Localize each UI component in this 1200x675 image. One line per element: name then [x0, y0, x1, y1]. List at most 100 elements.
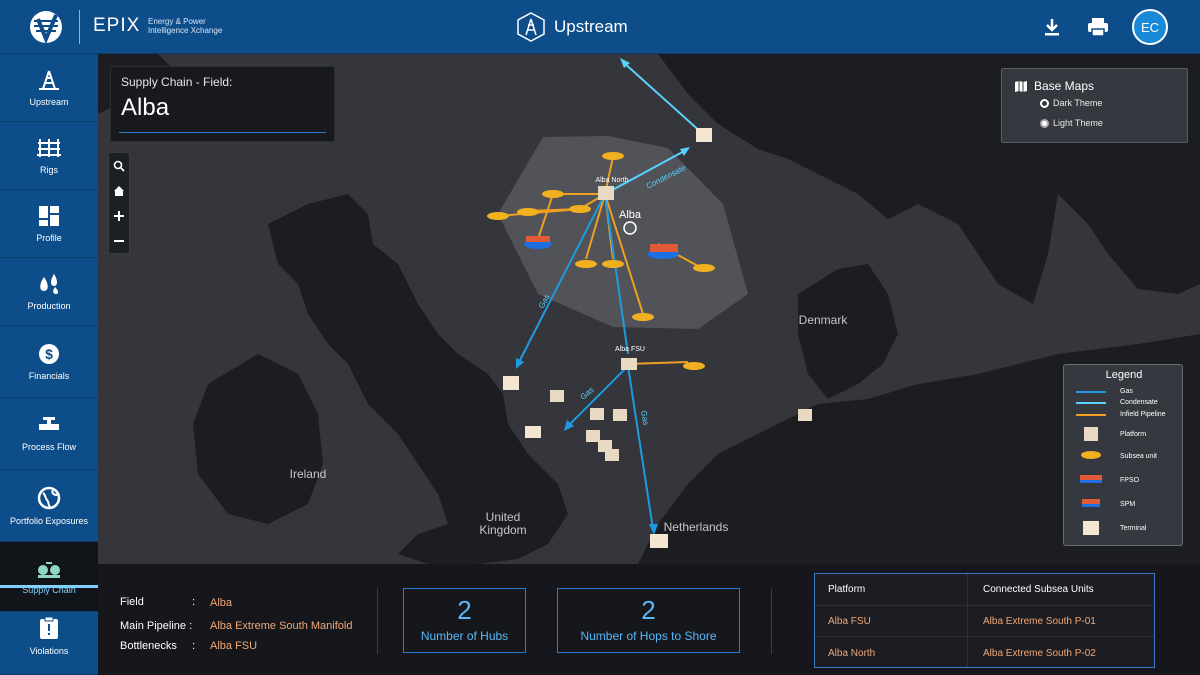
legend-label: Infield Pipeline	[1120, 411, 1166, 418]
sidebar-item-profile[interactable]: Profile	[0, 190, 98, 258]
legend-item-gas: Gas	[1076, 388, 1133, 395]
brand-name: EPIX	[93, 15, 141, 36]
hubs-label: Number of Hubs	[420, 629, 509, 643]
spm-icon	[1076, 499, 1106, 509]
brand-subtitle: Energy & Power Intelligence Xchange	[148, 17, 223, 35]
field-card: Supply Chain - Field: Alba	[110, 66, 335, 142]
sidebar-item-label: Production	[27, 300, 71, 311]
bottlenecks-label: Bottlenecks	[120, 640, 177, 652]
legend-item-spm: SPM	[1076, 499, 1135, 509]
field-card-value: Alba	[121, 94, 170, 121]
summary-divider	[377, 588, 378, 654]
search-icon[interactable]	[109, 153, 129, 178]
legend-item-subsea: Subsea unit	[1076, 451, 1157, 461]
sidebar-item-label: Upstream	[29, 96, 69, 107]
sidebar-item-upstream[interactable]: Upstream	[0, 54, 98, 122]
legend-label: FPSO	[1120, 476, 1140, 484]
rig-icon	[37, 138, 61, 157]
top-actions: EC	[1040, 0, 1200, 54]
map-controls	[108, 152, 130, 254]
base-maps-panel: Base Maps Dark Theme Light Theme	[1001, 68, 1188, 143]
table-header-subsea: Connected Subsea Units	[983, 584, 1094, 595]
uk-label-line1: United	[486, 510, 521, 524]
denmark-label: Denmark	[799, 313, 849, 327]
legend-title: Legend	[1105, 369, 1143, 381]
fpso-icon	[1076, 475, 1106, 485]
table-cell-platform: Alba North	[828, 648, 876, 659]
supply-chain-icon	[38, 561, 60, 578]
header-divider	[79, 10, 80, 44]
gas-swatch	[1076, 390, 1106, 393]
legend-label: Gas	[1120, 388, 1133, 395]
home-icon[interactable]	[109, 178, 129, 203]
legend-item-infield: Infield Pipeline	[1076, 411, 1166, 418]
sidebar: Upstream Rigs Profile Production $ Finan…	[0, 54, 98, 675]
sidebar-item-label: Portfolio Exposures	[9, 515, 89, 526]
field-marker-label: Alba	[619, 209, 642, 221]
legend-item-platform: Platform	[1076, 427, 1146, 441]
terminal-icon	[1076, 521, 1106, 535]
sidebar-item-production[interactable]: Production	[0, 258, 98, 326]
sidebar-item-process-flow[interactable]: Process Flow	[0, 398, 98, 470]
alba-fsu-label: Alba FSU	[615, 346, 645, 353]
table-cell-platform: Alba FSU	[828, 616, 871, 627]
sidebar-item-rigs[interactable]: Rigs	[0, 122, 98, 190]
bottlenecks-colon: :	[192, 640, 196, 652]
legend-label: Condensate	[1120, 399, 1158, 406]
table-header-platform: Platform	[828, 584, 866, 595]
pipeline-label: Main Pipeline :	[120, 620, 193, 632]
radio-icon[interactable]	[1040, 118, 1049, 128]
module-title-group: Upstream	[516, 12, 628, 42]
module-title: Upstream	[554, 17, 628, 36]
legend-panel: Legend Gas Condensate Infield Pipeline P…	[1063, 364, 1183, 546]
svg-text:$: $	[45, 346, 53, 362]
summary-divider	[771, 588, 772, 654]
valve-icon	[39, 416, 59, 430]
oil-derrick-icon	[39, 70, 59, 90]
droplets-icon	[40, 273, 59, 294]
active-indicator	[0, 585, 98, 588]
pipeline-value: Alba Extreme South Manifold	[210, 620, 353, 632]
light-theme-option[interactable]: Light Theme	[1040, 118, 1103, 128]
field-colon: :	[192, 596, 196, 608]
user-avatar[interactable]: EC	[1132, 9, 1168, 45]
platform-table: Platform Connected Subsea Units Alba FSU…	[814, 573, 1155, 668]
legend-item-fpso: FPSO	[1076, 475, 1139, 485]
legend-label: Terminal	[1120, 524, 1147, 532]
zoom-out-icon[interactable]	[109, 228, 129, 253]
dashboard-grid-icon	[39, 205, 59, 226]
radio-icon[interactable]	[1040, 98, 1049, 108]
table-row[interactable]: Alba FSU Alba Extreme South P-01	[815, 605, 1154, 636]
dark-theme-option[interactable]: Dark Theme	[1040, 98, 1102, 108]
sidebar-item-violations[interactable]: Violations	[0, 598, 98, 675]
sidebar-item-label: Profile	[36, 232, 62, 243]
hops-stat-card: 2 Number of Hops to Shore	[557, 588, 740, 653]
hubs-stat-card: 2 Number of Hubs	[403, 588, 526, 653]
epix-logo-icon	[30, 11, 62, 45]
netherlands-label: Netherlands	[664, 520, 729, 534]
zoom-in-icon[interactable]	[109, 203, 129, 228]
alba-north-label: Alba North	[595, 177, 628, 184]
sidebar-item-label: Violations	[29, 646, 69, 656]
legend-label: SPM	[1120, 500, 1136, 508]
sidebar-item-financials[interactable]: $ Financials	[0, 326, 98, 398]
hops-label: Number of Hops to Shore	[580, 629, 717, 643]
print-icon[interactable]	[1086, 15, 1110, 39]
sidebar-item-portfolio-exposures[interactable]: Portfolio Exposures	[0, 470, 98, 542]
download-icon[interactable]	[1040, 15, 1064, 39]
table-row[interactable]: Alba North Alba Extreme South P-02	[815, 636, 1154, 667]
legend-item-terminal: Terminal	[1076, 521, 1146, 535]
sidebar-item-label: Financials	[28, 370, 70, 381]
table-cell-subsea: Alba Extreme South P-01	[983, 616, 1096, 627]
legend-label: Platform	[1120, 430, 1147, 438]
dollar-icon: $	[39, 343, 59, 364]
hops-count: 2	[641, 595, 656, 625]
subsea-unit-icon	[1076, 451, 1106, 461]
field-card-label: Supply Chain - Field:	[121, 75, 233, 89]
bottlenecks-value: Alba FSU	[210, 640, 258, 652]
legend-item-condensate: Condensate	[1076, 399, 1158, 406]
top-bar: EPIX Energy & Power Intelligence Xchange…	[0, 0, 1200, 54]
dark-theme-label: Dark Theme	[1053, 98, 1103, 108]
platform-icon	[1076, 427, 1106, 441]
light-theme-label: Light Theme	[1053, 118, 1103, 128]
